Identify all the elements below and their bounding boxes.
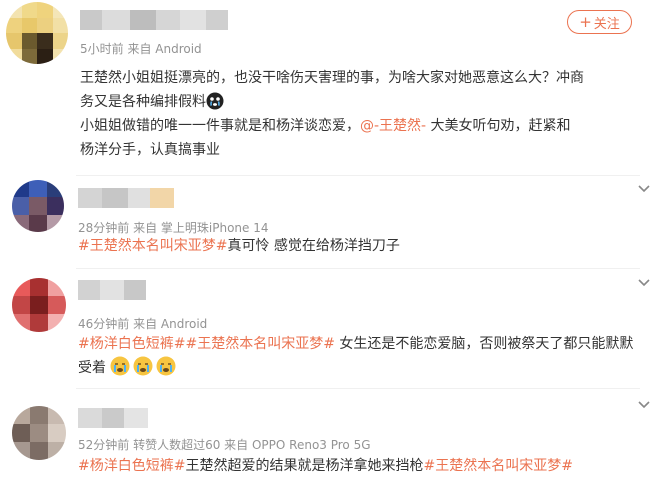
sobbing-face-icon [133,356,153,376]
comment-item: 52分钟前 转赞人数超过60 来自 OPPO Reno3 Pro 5G #杨洋白… [0,388,660,481]
post-meta: 5小时前 来自 Android [80,42,202,56]
chevron-down-icon[interactable] [636,180,652,196]
avatar[interactable] [6,2,68,64]
hashtag-link[interactable]: #王楚然本名叫宋亚梦# [423,458,572,474]
chevron-down-icon[interactable] [636,396,652,412]
username[interactable] [78,188,174,208]
hashtag-link[interactable]: #杨洋白色短裤# [78,458,185,474]
comment-item: 28分钟前 来自 掌上明珠iPhone 14 #王楚然本名叫宋亚梦#真可怜 感觉… [0,176,660,268]
chevron-down-icon[interactable] [636,274,652,290]
crying-face-icon [206,92,224,110]
mention-link[interactable]: @-王楚然- [360,118,426,134]
comment-text: #王楚然本名叫宋亚梦#真可怜 感觉在给杨洋挡刀子 [78,238,400,254]
post-text-line-2: 务又是各种编排假料 [80,90,660,114]
username[interactable] [78,280,146,300]
avatar[interactable] [12,278,66,332]
main-post: 5小时前 来自 Android + 关注 王楚然小姐姐挺漂亮的，也没干啥伤天害理的… [0,0,660,176]
hashtag-link[interactable]: #王楚然本名叫宋亚梦# [78,238,227,254]
post-text: 王楚然小姐姐挺漂亮的，也没干啥伤天害理的事，为啥大家对她恶意这么大？冲商 务又是… [80,66,660,162]
username[interactable] [80,10,228,30]
username[interactable] [78,408,148,428]
hashtag-link[interactable]: #杨洋白色短裤# [78,336,185,352]
post-text-line-4: 杨洋分手，认真搞事业 [80,142,220,158]
post-text-line-1: 王楚然小姐姐挺漂亮的，也没干啥伤天害理的事，为啥大家对她恶意这么大？冲商 [80,70,584,86]
plus-icon: + [579,12,592,31]
avatar[interactable] [12,406,66,460]
post-text-line-3: 小姐姐做错的唯一一件事就是和杨洋谈恋爱，@-王楚然- 大美女听句劝，赶紧和 [80,118,571,134]
sobbing-face-icon [110,356,130,376]
hashtag-link[interactable]: #王楚然本名叫宋亚梦# [185,336,334,352]
follow-button[interactable]: + 关注 [567,10,632,34]
comment-meta: 46分钟前 来自 Android [78,317,208,331]
comment-text: #杨洋白色短裤##王楚然本名叫宋亚梦# 女生还是不能恋爱脑，否则被祭天了都只能默… [78,336,634,376]
comment-meta: 52分钟前 转赞人数超过60 来自 OPPO Reno3 Pro 5G [78,438,371,452]
comment-text: #杨洋白色短裤#王楚然超爱的结果就是杨洋拿她来挡枪#王楚然本名叫宋亚梦# [78,458,573,474]
avatar[interactable] [12,180,64,232]
comment-item: 46分钟前 来自 Android #杨洋白色短裤##王楚然本名叫宋亚梦# 女生还… [0,268,660,388]
sobbing-face-icon [156,356,176,376]
